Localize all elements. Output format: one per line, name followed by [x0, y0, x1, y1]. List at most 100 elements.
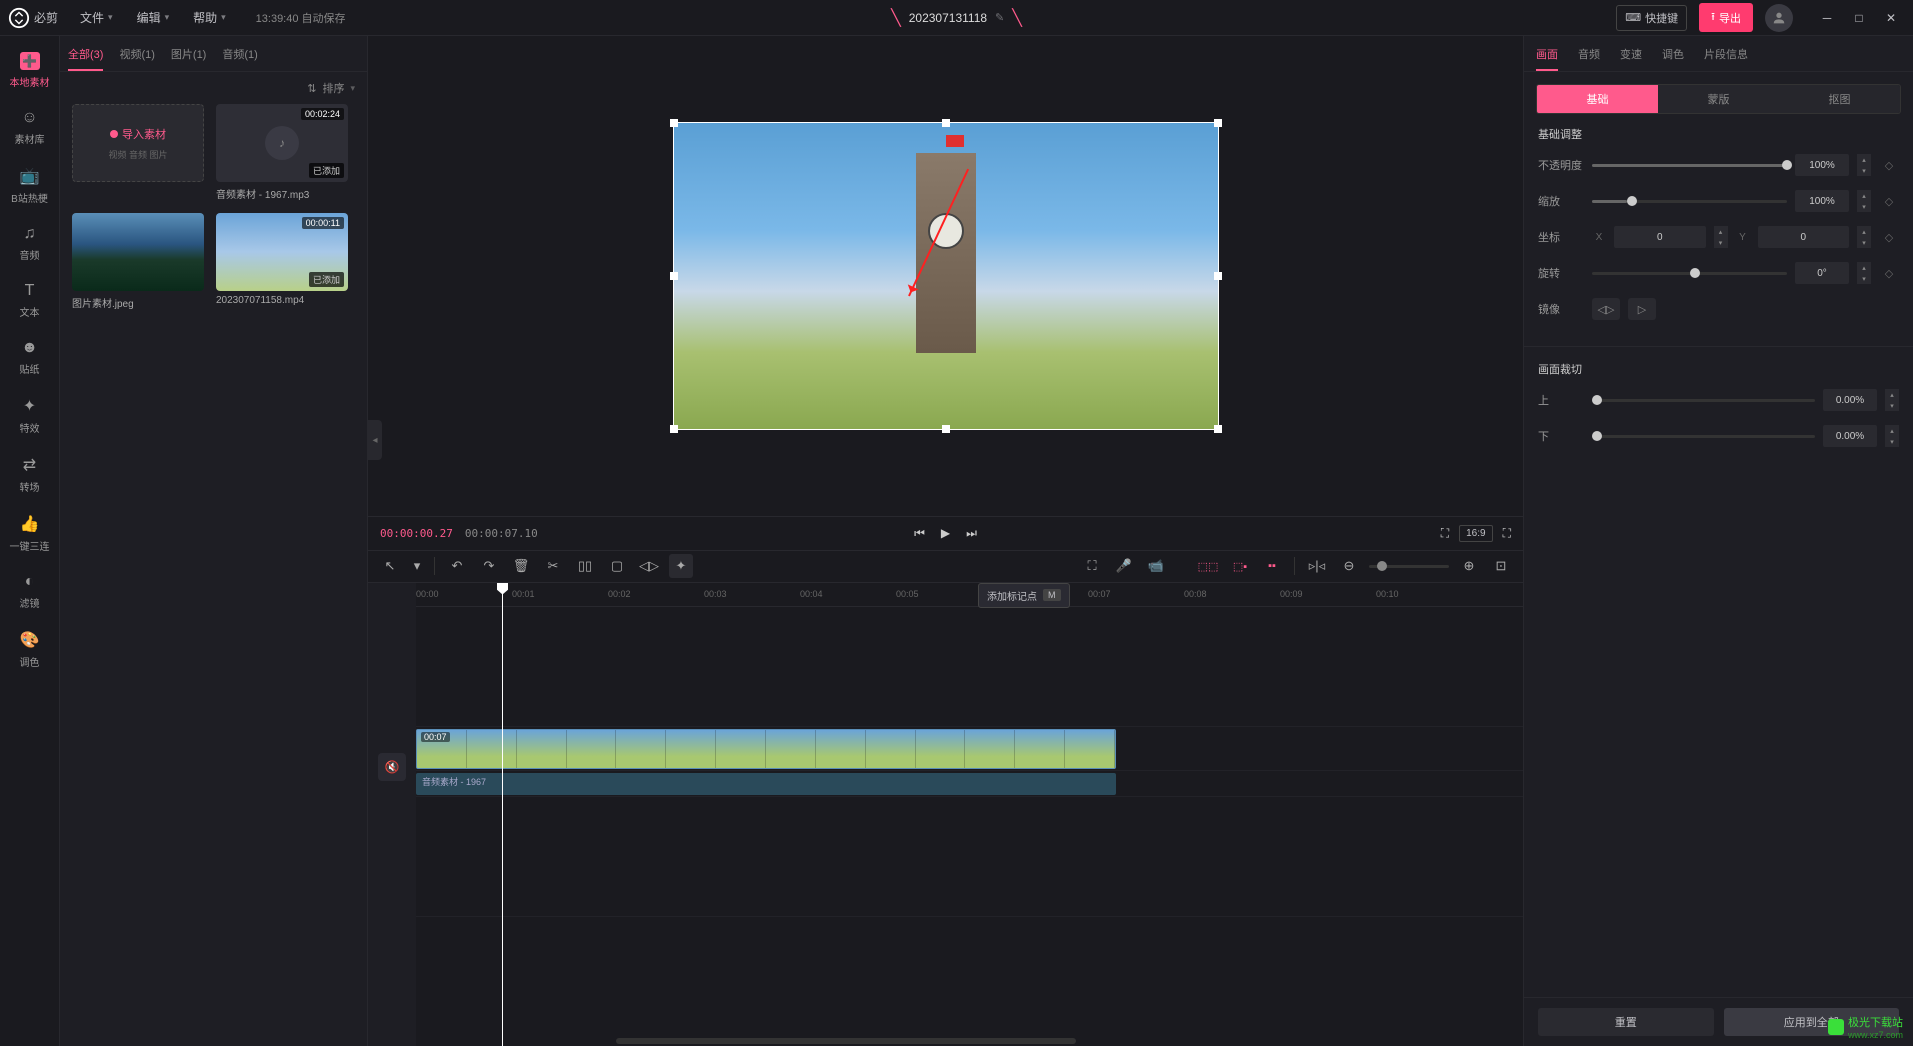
resize-handle[interactable] — [1214, 272, 1222, 280]
zoom-slider[interactable] — [1369, 565, 1449, 568]
props-tab-canvas[interactable]: 画面 — [1536, 38, 1558, 70]
prev-frame-button[interactable]: ⏮ — [914, 526, 925, 541]
minimize-button[interactable]: ─ — [1813, 4, 1841, 32]
crop-button[interactable]: ⛶ — [1441, 526, 1449, 541]
spin-down[interactable]: ▾ — [1857, 165, 1871, 176]
crop-top-input[interactable]: 0.00% — [1823, 389, 1877, 411]
spin-up[interactable]: ▴ — [1857, 262, 1871, 273]
video-clip[interactable]: 00:07 — [416, 729, 1116, 769]
video-track[interactable]: 00:07 — [416, 727, 1523, 771]
preview-cut-button[interactable]: ▹|◃ — [1305, 554, 1329, 578]
cursor-tool[interactable]: ↖ — [378, 554, 402, 578]
media-tab-video[interactable]: 视频(1) — [119, 38, 154, 70]
redo-button[interactable]: ↷ — [477, 554, 501, 578]
fullscreen-button[interactable]: ⛶ — [1503, 526, 1511, 541]
crop-top-slider[interactable] — [1592, 399, 1815, 402]
crop-tool[interactable]: ▯▯ — [573, 554, 597, 578]
crop-bottom-input[interactable]: 0.00% — [1823, 425, 1877, 447]
horizontal-scrollbar[interactable] — [616, 1038, 1076, 1044]
sidebar-item-audio[interactable]: ♫音频 — [6, 217, 54, 270]
empty-track-area[interactable] — [416, 607, 1523, 727]
mirror-h-button[interactable]: ◁▷ — [1592, 298, 1620, 320]
opacity-input[interactable]: 100% — [1795, 154, 1849, 176]
scale-slider[interactable] — [1592, 200, 1787, 203]
cursor-dropdown[interactable]: ▾ — [410, 554, 424, 578]
preview-canvas[interactable] — [673, 122, 1219, 430]
position-x-input[interactable]: 0 — [1614, 226, 1706, 248]
position-y-input[interactable]: 0 — [1758, 226, 1850, 248]
zoom-in-button[interactable]: ⊕ — [1457, 554, 1481, 578]
resize-handle[interactable] — [670, 425, 678, 433]
undo-button[interactable]: ↶ — [445, 554, 469, 578]
subtab-mask[interactable]: 蒙版 — [1658, 85, 1779, 113]
sidebar-item-transition[interactable]: ⇄转场 — [6, 447, 54, 502]
props-tab-speed[interactable]: 变速 — [1620, 38, 1642, 70]
close-button[interactable]: ✕ — [1877, 4, 1905, 32]
spin-up[interactable]: ▴ — [1857, 226, 1871, 237]
reset-button[interactable]: 重置 — [1538, 1008, 1714, 1036]
link-button[interactable]: ⬚▪ — [1228, 554, 1252, 578]
spin-down[interactable]: ▾ — [1857, 273, 1871, 284]
subtab-basic[interactable]: 基础 — [1537, 85, 1658, 113]
audio-track[interactable]: 音频素材 - 1967 — [416, 771, 1523, 797]
sort-button[interactable]: 排序 — [322, 80, 344, 96]
capture-button[interactable]: ⛶ — [1080, 554, 1104, 578]
resize-handle[interactable] — [670, 272, 678, 280]
user-avatar[interactable] — [1765, 4, 1793, 32]
import-media-button[interactable]: 导入素材 视频 音频 图片 — [72, 104, 204, 201]
menu-help[interactable]: 帮助▾ — [187, 5, 232, 30]
play-button[interactable]: ▶ — [941, 526, 950, 540]
next-frame-button[interactable]: ⏭ — [966, 526, 977, 541]
keyframe-button[interactable]: ◇ — [1879, 191, 1899, 211]
keyframe-button[interactable]: ◇ — [1879, 263, 1899, 283]
spin-down[interactable]: ▾ — [1714, 237, 1728, 248]
spin-up[interactable]: ▴ — [1857, 154, 1871, 165]
audio-clip[interactable]: 音频素材 - 1967 — [416, 773, 1116, 795]
record-video-button[interactable]: 📹 — [1144, 554, 1168, 578]
props-tab-audio[interactable]: 音频 — [1578, 38, 1600, 70]
maximize-button[interactable]: □ — [1845, 4, 1873, 32]
freeze-button[interactable]: ▢ — [605, 554, 629, 578]
timeline-ruler[interactable]: 00:00 00:01 00:02 00:03 00:04 00:05 00:0… — [416, 583, 1523, 607]
split-button[interactable]: ✂ — [541, 554, 565, 578]
resize-handle[interactable] — [1214, 119, 1222, 127]
resize-handle[interactable] — [1214, 425, 1222, 433]
media-item-image[interactable]: 图片素材.jpeg — [72, 213, 204, 310]
sidebar-item-library[interactable]: ☺素材库 — [6, 101, 54, 154]
rotation-input[interactable]: 0° — [1795, 262, 1849, 284]
media-tab-image[interactable]: 图片(1) — [171, 38, 206, 70]
props-tab-clipinfo[interactable]: 片段信息 — [1704, 38, 1748, 70]
spin-down[interactable]: ▾ — [1857, 237, 1871, 248]
sidebar-item-text[interactable]: T文本 — [6, 274, 54, 327]
rotation-slider[interactable] — [1592, 272, 1787, 275]
mirror-button[interactable]: ◁▷ — [637, 554, 661, 578]
empty-track-area[interactable] — [416, 797, 1523, 917]
media-tab-all[interactable]: 全部(3) — [68, 38, 103, 70]
sidebar-item-bilibili[interactable]: 📺B站热梗 — [6, 158, 54, 213]
spin-up[interactable]: ▴ — [1885, 389, 1899, 400]
keyframe-button[interactable]: ◇ — [1879, 227, 1899, 247]
sidebar-item-effects[interactable]: ✦特效 — [6, 388, 54, 443]
shortcut-button[interactable]: ⌨ 快捷键 — [1616, 5, 1687, 31]
sidebar-item-local[interactable]: ➕本地素材 — [6, 44, 54, 97]
mute-track-button[interactable]: 🔇 — [378, 753, 406, 781]
record-audio-button[interactable]: 🎤 — [1112, 554, 1136, 578]
spin-down[interactable]: ▾ — [1857, 201, 1871, 212]
media-item-audio[interactable]: 00:02:24 ♪ 已添加 音频素材 - 1967.mp3 — [216, 104, 348, 201]
media-tab-audio[interactable]: 音频(1) — [222, 38, 257, 70]
opacity-slider[interactable] — [1592, 164, 1787, 167]
spin-up[interactable]: ▴ — [1857, 190, 1871, 201]
export-button[interactable]: ⭱ 导出 — [1699, 3, 1753, 32]
menu-edit[interactable]: 编辑▾ — [131, 5, 176, 30]
timeline-tracks[interactable]: 00:00 00:01 00:02 00:03 00:04 00:05 00:0… — [416, 583, 1523, 1046]
sidebar-item-filter[interactable]: ◐滤镜 — [6, 565, 54, 618]
magnet-button[interactable]: ⬚⬚ — [1196, 554, 1220, 578]
resize-handle[interactable] — [942, 119, 950, 127]
menu-file[interactable]: 文件▾ — [74, 5, 119, 30]
marker-button[interactable]: ✦ — [669, 554, 693, 578]
props-tab-color[interactable]: 调色 — [1662, 38, 1684, 70]
spin-up[interactable]: ▴ — [1885, 425, 1899, 436]
delete-button[interactable]: 🗑 — [509, 554, 533, 578]
spin-up[interactable]: ▴ — [1714, 226, 1728, 237]
sidebar-item-color[interactable]: 🎨调色 — [6, 622, 54, 677]
